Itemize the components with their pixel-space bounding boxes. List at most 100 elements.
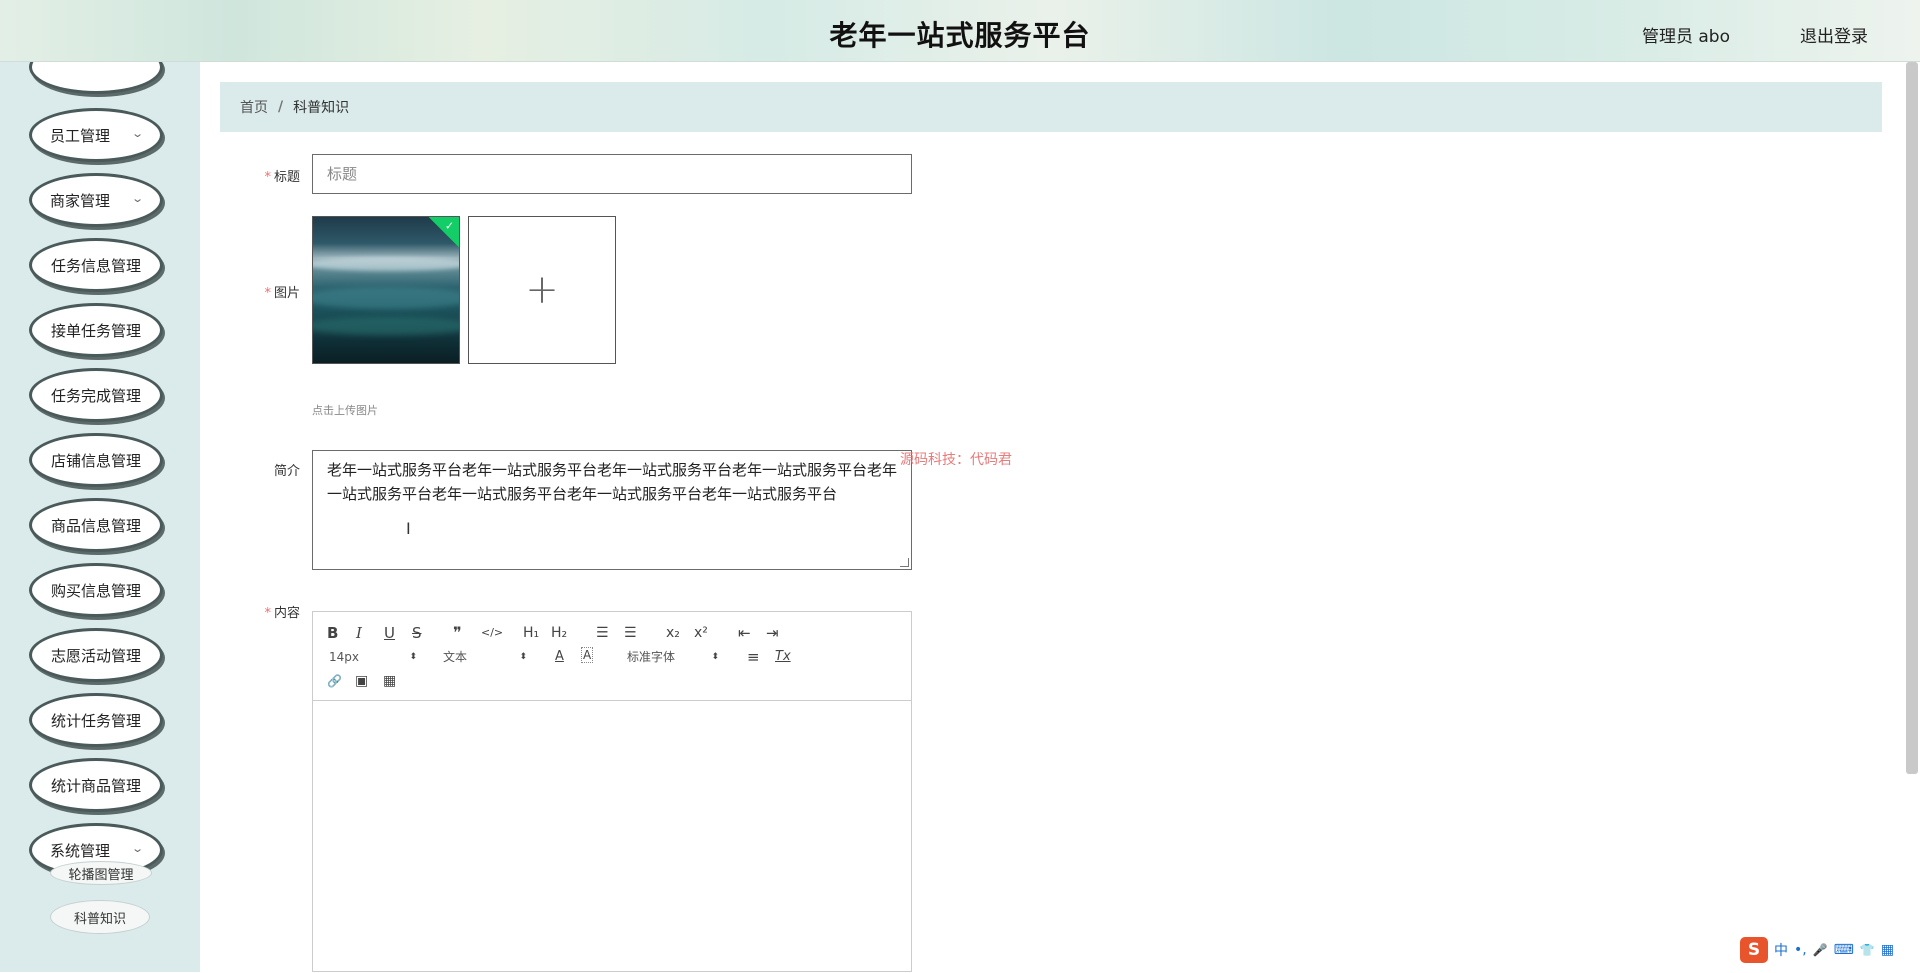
sidebar-item-merchant[interactable]: 商家管理 ⌄	[29, 173, 163, 227]
sidebar-item-label: 购买信息管理	[50, 581, 141, 600]
ordered-list-button[interactable]: ☰	[596, 623, 609, 643]
sidebar-item-label: 统计商品管理	[50, 776, 141, 795]
sidebar-subitem-banner[interactable]: 轮播图管理	[50, 861, 152, 885]
image-label: * 图片	[220, 282, 300, 301]
sidebar-item-label: 志愿活动管理	[50, 646, 141, 665]
h2-button[interactable]: H₂	[551, 623, 567, 643]
rich-text-editor: B I U S ❞ </> H₁ H₂ ☰ ☰ x₂ x² ⇤ ⇥ 14px ⬍ …	[312, 611, 912, 972]
required-mark: *	[264, 170, 271, 185]
sidebar-item-goods-stats[interactable]: 统计商品管理	[29, 758, 163, 812]
check-icon: ✓	[445, 219, 455, 233]
bullet-list-button[interactable]: ☰	[624, 623, 637, 643]
ime-toolbar: S 中 •, 🎤 ⌨ 👕 ▦	[1740, 936, 1920, 964]
video-button[interactable]: ▦	[383, 671, 396, 691]
sidebar: 员工管理 ⌄ 商家管理 ⌄ 任务信息管理 接单任务管理 任务完成管理 店铺信息管…	[0, 62, 200, 972]
intro-label-text: 简介	[273, 464, 300, 479]
upload-tip: 点击上传图片	[312, 404, 378, 417]
sidebar-item-volunteer[interactable]: 志愿活动管理	[29, 628, 163, 682]
current-user: 管理员 abo	[1641, 27, 1730, 47]
intro-text: 老年一站式服务平台老年一站式服务平台老年一站式服务平台老年一站式服务平台老年一站…	[327, 461, 898, 503]
content-label: * 内容	[220, 602, 300, 621]
sidebar-item-task-complete[interactable]: 任务完成管理	[29, 368, 163, 422]
sidebar-item-partial[interactable]	[29, 62, 163, 94]
title-input[interactable]: 标题	[312, 154, 912, 194]
sidebar-item-label: 员工管理	[50, 126, 111, 145]
required-mark: *	[264, 606, 271, 621]
select-arrow-icon: ⬍	[409, 652, 417, 662]
top-header: 老年一站式服务平台 管理员 abo 退出登录	[0, 0, 1920, 62]
breadcrumb-home[interactable]: 首页	[240, 97, 268, 117]
chevron-down-icon: ⌄	[130, 192, 144, 205]
font-size-select[interactable]: 14px ⬍	[329, 647, 417, 667]
intro-label: 简介	[220, 460, 300, 479]
subscript-button[interactable]: x₂	[666, 623, 680, 643]
watermark: 源码科技：代码君	[900, 452, 1012, 468]
strike-button[interactable]: S	[412, 623, 422, 643]
underline-button[interactable]: U	[384, 623, 395, 643]
sidebar-item-order-task[interactable]: 接单任务管理	[29, 303, 163, 357]
intro-textarea[interactable]: 老年一站式服务平台老年一站式服务平台老年一站式服务平台老年一站式服务平台老年一站…	[312, 450, 912, 570]
align-button[interactable]: ≡	[747, 647, 760, 667]
grid-icon[interactable]: ▦	[1881, 942, 1894, 958]
logout-link[interactable]: 退出登录	[1800, 22, 1868, 47]
microphone-icon[interactable]: 🎤	[1813, 943, 1828, 957]
title-label: * 标题	[220, 166, 300, 185]
resize-handle[interactable]	[900, 558, 909, 567]
sidebar-item-shop-info[interactable]: 店铺信息管理	[29, 433, 163, 487]
blockquote-button[interactable]: ❞	[453, 623, 462, 643]
sidebar-item-goods-info[interactable]: 商品信息管理	[29, 498, 163, 552]
chevron-up-icon: ⌄	[130, 842, 144, 855]
upload-success-badge: ✓	[427, 217, 459, 249]
breadcrumb: 首页 / 科普知识	[220, 82, 1882, 132]
uploaded-image-thumbnail[interactable]: ✓	[312, 216, 460, 364]
app-title: 老年一站式服务平台	[829, 19, 1091, 52]
sidebar-item-staff[interactable]: 员工管理 ⌄	[29, 108, 163, 162]
font-size-value: 14px	[329, 650, 359, 664]
code-block-button[interactable]: </>	[481, 623, 503, 643]
keyboard-icon[interactable]: ⌨	[1834, 942, 1854, 958]
upload-button[interactable]: +	[468, 216, 616, 364]
image-label-text: 图片	[273, 286, 300, 301]
sidebar-item-label: 任务信息管理	[50, 256, 141, 275]
editor-toolbar: B I U S ❞ </> H₁ H₂ ☰ ☰ x₂ x² ⇤ ⇥ 14px ⬍ …	[313, 612, 911, 701]
chevron-down-icon: ⌄	[130, 127, 144, 140]
header-select[interactable]: 文本 ⬍	[443, 647, 527, 667]
sidebar-item-label: 店铺信息管理	[50, 451, 141, 470]
bold-button[interactable]: B	[327, 623, 338, 643]
font-family-select[interactable]: 标准字体 ⬍	[627, 647, 719, 667]
editor-content-area[interactable]	[313, 701, 911, 973]
font-color-button[interactable]: A	[555, 647, 564, 667]
outdent-button[interactable]: ⇤	[738, 623, 751, 643]
sidebar-item-label: 任务完成管理	[50, 386, 141, 405]
italic-button[interactable]: I	[356, 623, 362, 643]
skin-icon[interactable]: 👕	[1860, 943, 1875, 957]
required-mark: *	[264, 286, 271, 301]
ime-punctuation-toggle[interactable]: •,	[1794, 942, 1807, 958]
link-button[interactable]: 🔗	[327, 671, 342, 691]
sidebar-item-label: 统计任务管理	[50, 711, 141, 730]
sidebar-item-label: 系统管理	[50, 841, 111, 860]
sidebar-item-label: 商家管理	[50, 191, 111, 210]
breadcrumb-separator: /	[278, 99, 284, 115]
sidebar-item-label: 商品信息管理	[50, 516, 141, 535]
image-button[interactable]: ▣	[355, 671, 368, 691]
sidebar-item-task-stats[interactable]: 统计任务管理	[29, 693, 163, 747]
font-family-value: 标准字体	[627, 650, 676, 664]
breadcrumb-current: 科普知识	[293, 100, 350, 116]
select-arrow-icon: ⬍	[711, 652, 719, 662]
text-cursor-icon: I	[406, 519, 411, 538]
sogou-logo-icon[interactable]: S	[1740, 937, 1768, 963]
sidebar-item-purchase-info[interactable]: 购买信息管理	[29, 563, 163, 617]
page-scrollbar[interactable]	[1906, 62, 1918, 774]
clean-format-button[interactable]: Tx	[775, 647, 791, 667]
indent-button[interactable]: ⇥	[766, 623, 779, 643]
sidebar-subitem-science[interactable]: 科普知识	[50, 900, 150, 934]
background-color-button[interactable]: A	[581, 647, 594, 663]
title-label-text: 标题	[273, 170, 300, 185]
select-arrow-icon: ⬍	[519, 652, 527, 662]
superscript-button[interactable]: x²	[694, 623, 708, 643]
sidebar-item-task-info[interactable]: 任务信息管理	[29, 238, 163, 292]
ime-language-toggle[interactable]: 中	[1774, 940, 1788, 960]
content-label-text: 内容	[273, 606, 300, 621]
h1-button[interactable]: H₁	[523, 623, 539, 643]
